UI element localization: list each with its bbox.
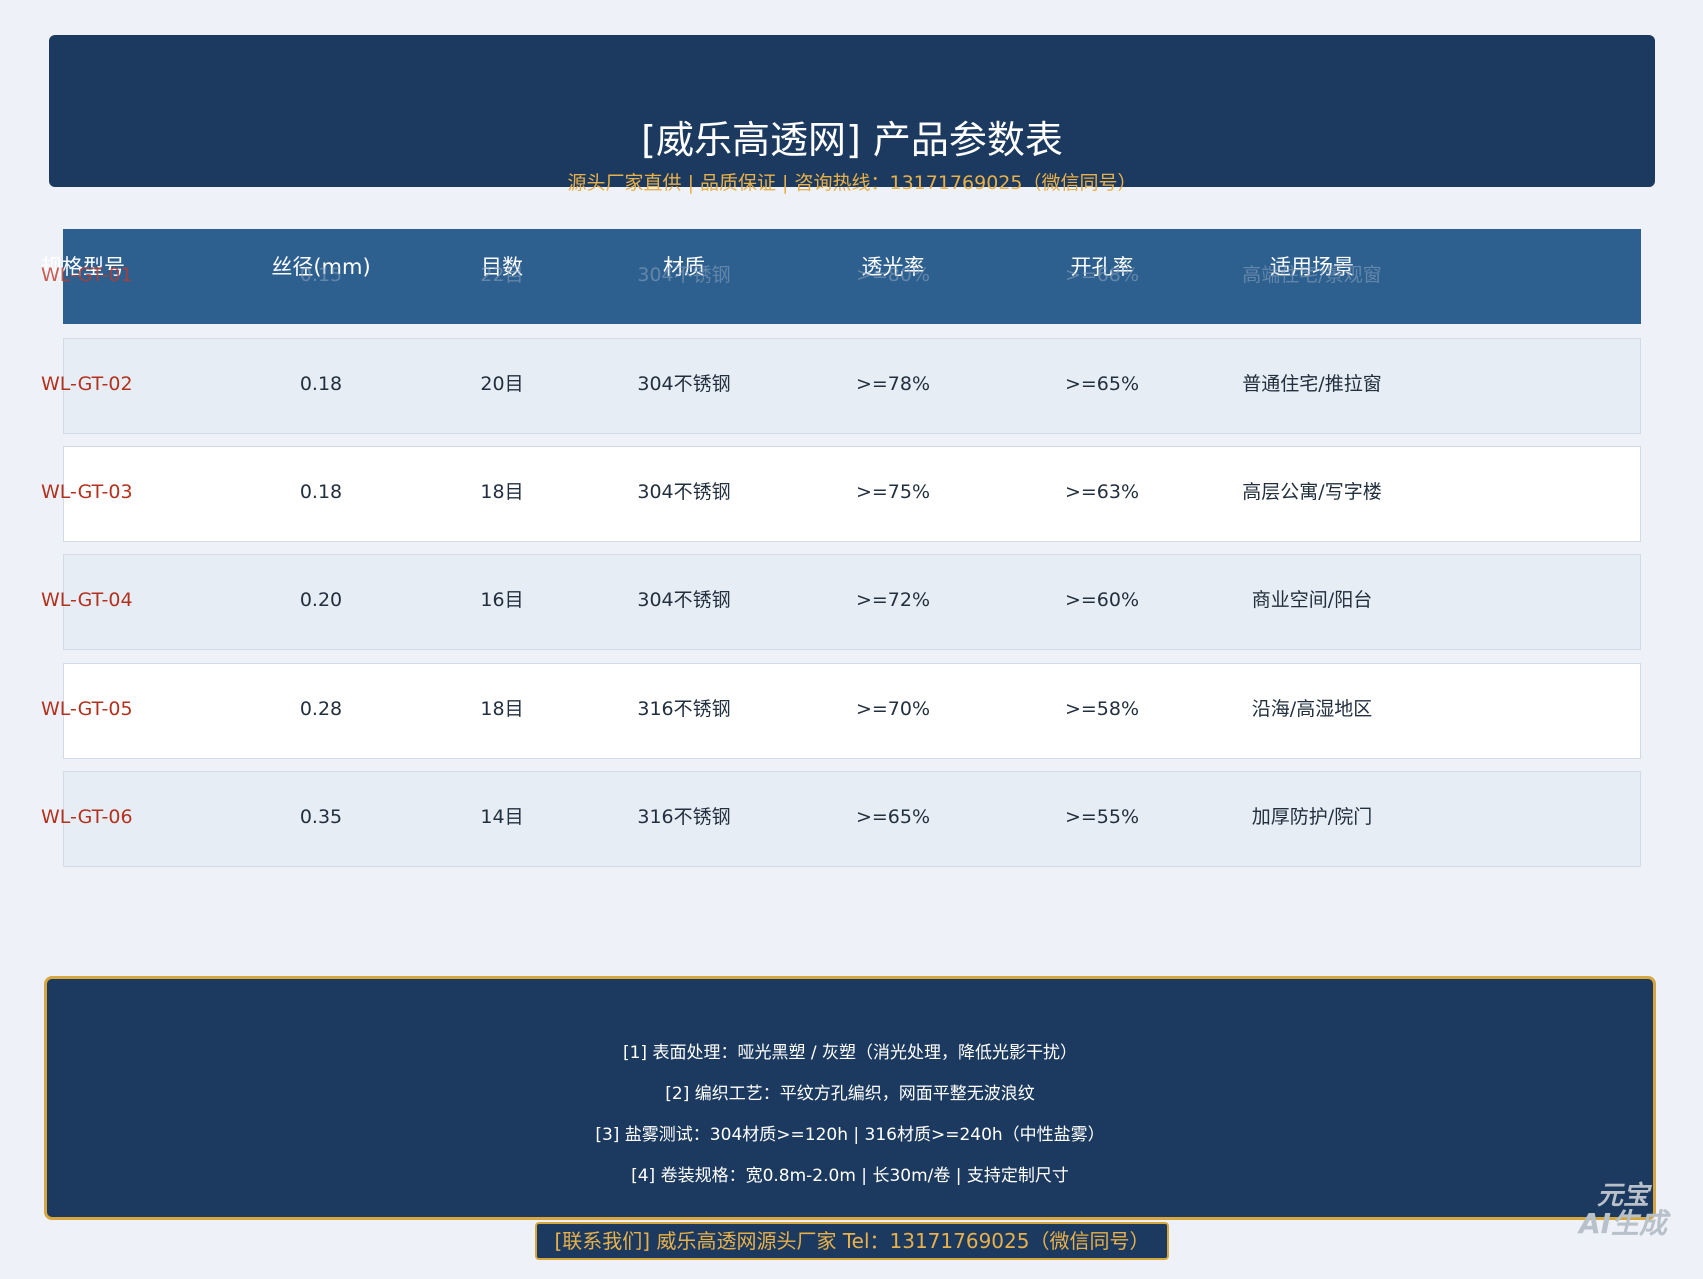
watermark-line1: 元宝 [1596,1181,1649,1211]
cell-application: 商业空间/阳台 [1251,589,1373,611]
cell-application: 普通住宅/推拉窗 [1242,373,1382,395]
watermark-line2: AI生成 [1578,1207,1668,1240]
notes-box: [1] 表面处理：哑光黑塑 / 灰塑（消光处理，降低光影干扰） [2] 编织工艺… [44,976,1656,1220]
cell-application: 加厚防护/院门 [1251,806,1373,828]
cell-model: WL-GT-02 [41,373,133,395]
note-salt-spray: [3] 盐雾测试：304材质>=120h | 316材质>=240h（中性盐雾） [595,1125,1105,1145]
contact-strip: [联系我们] 威乐高透网源头厂家 Tel：13171769025（微信同号） [535,1222,1169,1260]
page-subtitle: 源头厂家直供 | 品质保证 | 咨询热线：13171769025（微信同号） [567,172,1137,194]
cell-application: 高层公寓/写字楼 [1242,481,1382,503]
cell-application: 沿海/高湿地区 [1251,698,1373,720]
ai-watermark: 元宝 AI生成 [1568,1182,1678,1244]
cell-model: WL-GT-05 [41,698,133,720]
note-weaving: [2] 编织工艺：平纹方孔编织，网面平整无波浪纹 [665,1084,1035,1104]
cell-model: WL-GT-04 [41,589,133,611]
hidden-row-cell-application: 高端住宅/景观窗 [1242,264,1382,286]
note-roll-spec: [4] 卷装规格：宽0.8m-2.0m | 长30m/卷 | 支持定制尺寸 [631,1166,1069,1186]
note-surface: [1] 表面处理：哑光黑塑 / 灰塑（消光处理，降低光影干扰） [622,1043,1078,1063]
hidden-row-cell-model: WL-GT-01 [41,264,133,286]
header-banner: [威乐高透网] 产品参数表 源头厂家直供 | 品质保证 | 咨询热线：13171… [49,35,1655,194]
cell-model: WL-GT-03 [41,481,133,503]
cell-model: WL-GT-06 [41,806,133,828]
page-title: [威乐高透网] 产品参数表 [641,118,1063,162]
